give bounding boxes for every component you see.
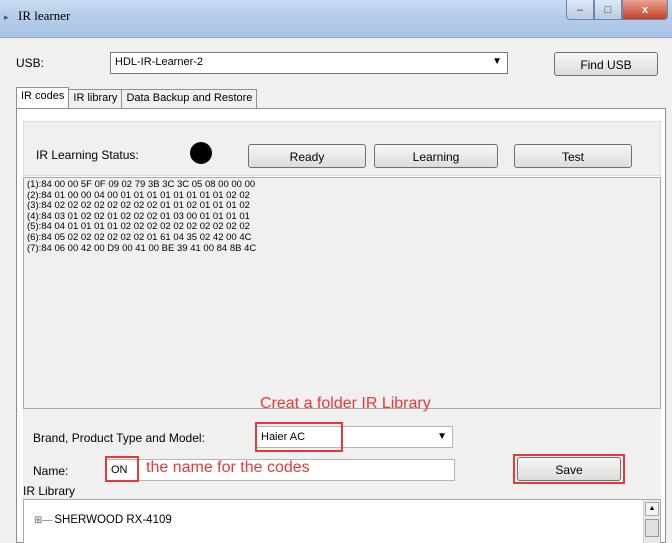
ready-button[interactable]: Ready <box>248 144 366 168</box>
tab-ir-library[interactable]: IR library <box>68 89 123 108</box>
learning-status-area: IR Learning Status: Ready Learning Test <box>23 121 661 176</box>
learning-status-label: IR Learning Status: <box>36 148 139 162</box>
name-label: Name: <box>33 464 69 478</box>
tree-item-label: SHERWOOD RX-4109 <box>54 514 172 526</box>
title-bar: ▸ IR learner ‒ □ x <box>0 0 672 38</box>
tab-data-backup[interactable]: Data Backup and Restore <box>121 89 258 108</box>
window-controls: ‒ □ x <box>566 0 668 22</box>
ir-library-tree[interactable]: ⊞— SHERWOOD RX-4109 ▲ <box>23 499 661 543</box>
tree-item[interactable]: ⊞— SHERWOOD RX-4109 <box>34 514 172 526</box>
usb-select[interactable]: HDL-IR-Learner-2 ▼ <box>110 52 508 74</box>
tab-strip: IR codes IR library Data Backup and Rest… <box>16 87 258 108</box>
find-usb-button[interactable]: Find USB <box>554 52 658 76</box>
minimize-button[interactable]: ‒ <box>566 0 594 20</box>
usb-label: USB: <box>16 56 45 70</box>
library-scrollbar[interactable]: ▲ <box>643 500 660 543</box>
scroll-up-icon[interactable]: ▲ <box>645 502 659 516</box>
code-line: (1):84 00 00 5F 0F 09 02 79 3B 3C 3C 05 … <box>27 179 256 190</box>
chevron-down-icon: ▼ <box>437 431 447 442</box>
usb-select-value: HDL-IR-Learner-2 <box>115 56 204 68</box>
annotation-name: the name for the codes <box>146 459 310 476</box>
tab-ir-codes[interactable]: IR codes <box>16 87 70 108</box>
name-highlight <box>105 456 139 482</box>
ir-codes-textarea[interactable]: (1):84 00 00 5F 0F 09 02 79 3B 3C 3C 05 … <box>23 177 661 409</box>
annotation-folder: Creat a folder IR Library <box>260 395 431 412</box>
window-title: IR learner <box>18 8 71 23</box>
ir-codes-panel: IR Learning Status: Ready Learning Test … <box>16 108 666 543</box>
brand-label: Brand, Product Type and Model: <box>33 431 205 445</box>
app-icon: ▸ <box>4 12 9 22</box>
ir-library-label: IR Library <box>23 484 76 498</box>
status-indicator <box>190 142 212 164</box>
expand-icon[interactable]: ⊞— <box>34 515 52 526</box>
save-highlight <box>513 454 625 484</box>
chevron-down-icon: ▼ <box>492 56 502 67</box>
close-button[interactable]: x <box>622 0 668 20</box>
brand-highlight <box>255 422 343 452</box>
usb-row: USB: HDL-IR-Learner-2 ▼ Find USB <box>6 38 666 86</box>
maximize-button[interactable]: □ <box>594 0 622 20</box>
test-button[interactable]: Test <box>514 144 632 168</box>
scroll-thumb[interactable] <box>645 519 659 537</box>
client-area: USB: HDL-IR-Learner-2 ▼ Find USB IR code… <box>6 38 666 543</box>
learning-button[interactable]: Learning <box>374 144 498 168</box>
code-line: (7):84 06 00 42 00 D9 00 41 00 BE 39 41 … <box>27 242 257 254</box>
code-line: (6):84 05 02 02 02 02 02 02 01 61 04 35 … <box>27 231 252 243</box>
